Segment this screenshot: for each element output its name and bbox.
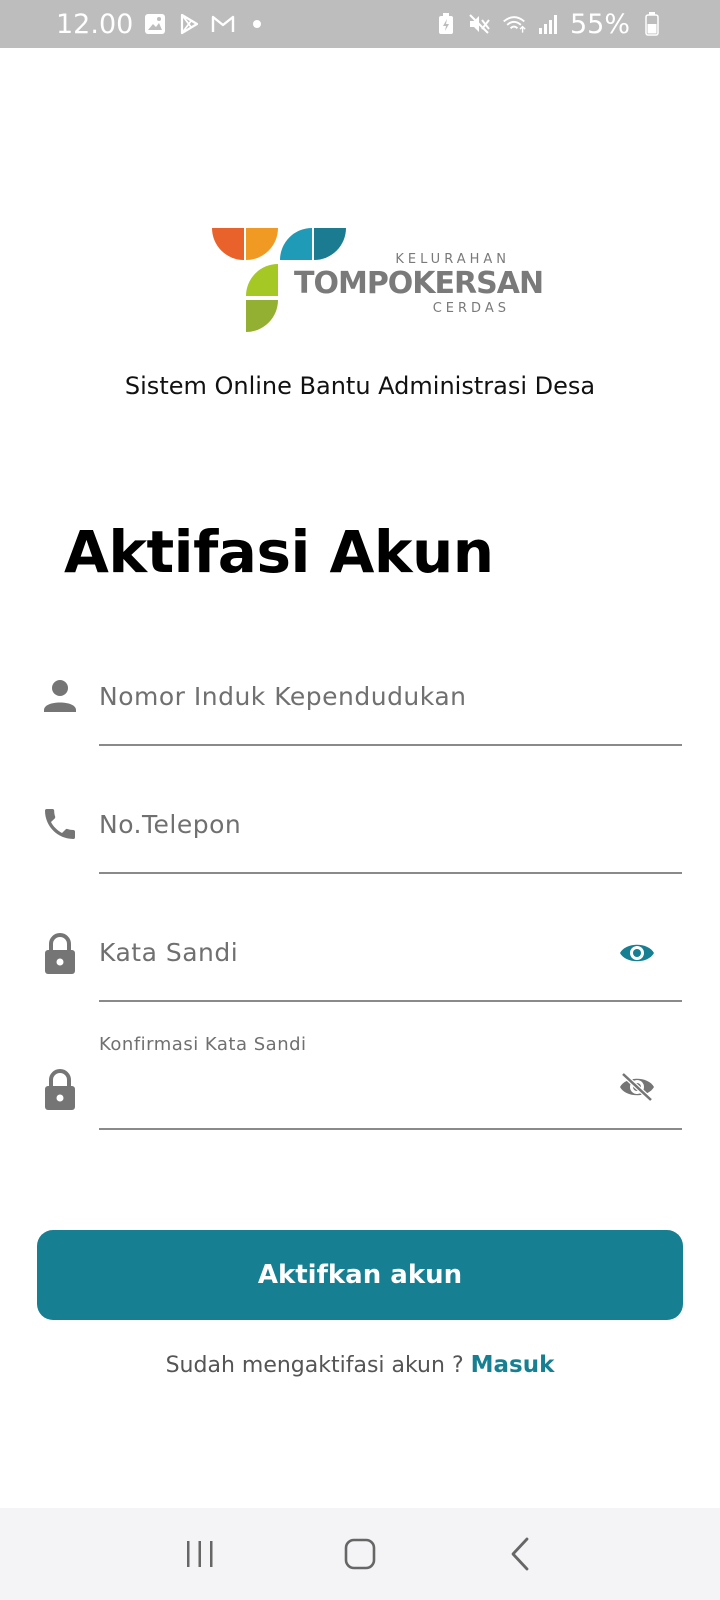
login-prompt-question: Sudah mengaktifasi akun ?	[165, 1353, 471, 1378]
password-underline	[99, 1000, 682, 1002]
system-nav-bar	[0, 1508, 720, 1600]
confirm-password-field-group: Konfirmasi Kata Sandi	[40, 1034, 682, 1130]
hide-password-eye-off-icon[interactable]	[618, 1068, 656, 1106]
gallery-icon	[143, 12, 167, 36]
status-bar: 12.00 55%	[0, 0, 720, 48]
status-bar-left: 12.00	[56, 9, 269, 40]
tagline: Sistem Online Bantu Administrasi Desa	[124, 372, 596, 400]
battery-saver-icon	[434, 12, 458, 36]
phone-input[interactable]	[99, 802, 622, 846]
dot-icon	[245, 12, 269, 36]
play-store-icon	[177, 12, 201, 36]
logo-line-tompokersan: TOMPOKERSAN	[294, 266, 544, 301]
recent-apps-icon[interactable]	[170, 1524, 230, 1584]
login-prompt: Sudah mengaktifasi akun ? Masuk	[0, 1352, 720, 1378]
lock-icon	[40, 1068, 80, 1110]
login-link[interactable]: Masuk	[471, 1352, 555, 1378]
password-input[interactable]	[99, 930, 622, 974]
lock-icon	[40, 932, 80, 974]
show-password-eye-icon[interactable]	[618, 934, 656, 972]
confirm-password-underline	[99, 1128, 682, 1130]
wifi-icon	[502, 12, 526, 36]
phone-underline	[99, 872, 682, 874]
battery-percentage: 55%	[569, 8, 630, 40]
logo-line-cerdas: CERDAS	[432, 301, 510, 316]
status-time: 12.00	[56, 8, 134, 40]
page-title: Aktifasi Akun	[64, 518, 494, 586]
nik-field-group	[40, 662, 682, 746]
password-field-group	[40, 918, 682, 1002]
home-icon[interactable]	[330, 1524, 390, 1584]
confirm-password-label: Konfirmasi Kata Sandi	[99, 1034, 307, 1055]
status-bar-right: 55%	[434, 9, 664, 40]
person-icon	[40, 676, 80, 716]
nik-underline	[99, 744, 682, 746]
logo-text: KELURAHAN TOMPOKERSAN CERDAS	[294, 252, 544, 316]
confirm-password-input[interactable]	[99, 1068, 622, 1112]
mute-icon	[468, 12, 492, 36]
phone-icon	[40, 804, 80, 844]
back-icon[interactable]	[490, 1524, 550, 1584]
nik-input[interactable]	[99, 674, 622, 718]
battery-icon	[640, 12, 664, 36]
phone-field-group	[40, 790, 682, 874]
app-logo: KELURAHAN TOMPOKERSAN CERDAS	[212, 228, 544, 338]
gmail-icon	[211, 12, 235, 36]
activate-account-button[interactable]: Aktifkan akun	[37, 1230, 683, 1320]
logo-line-kelurahan: KELURAHAN	[395, 252, 510, 267]
signal-icon	[536, 12, 560, 36]
